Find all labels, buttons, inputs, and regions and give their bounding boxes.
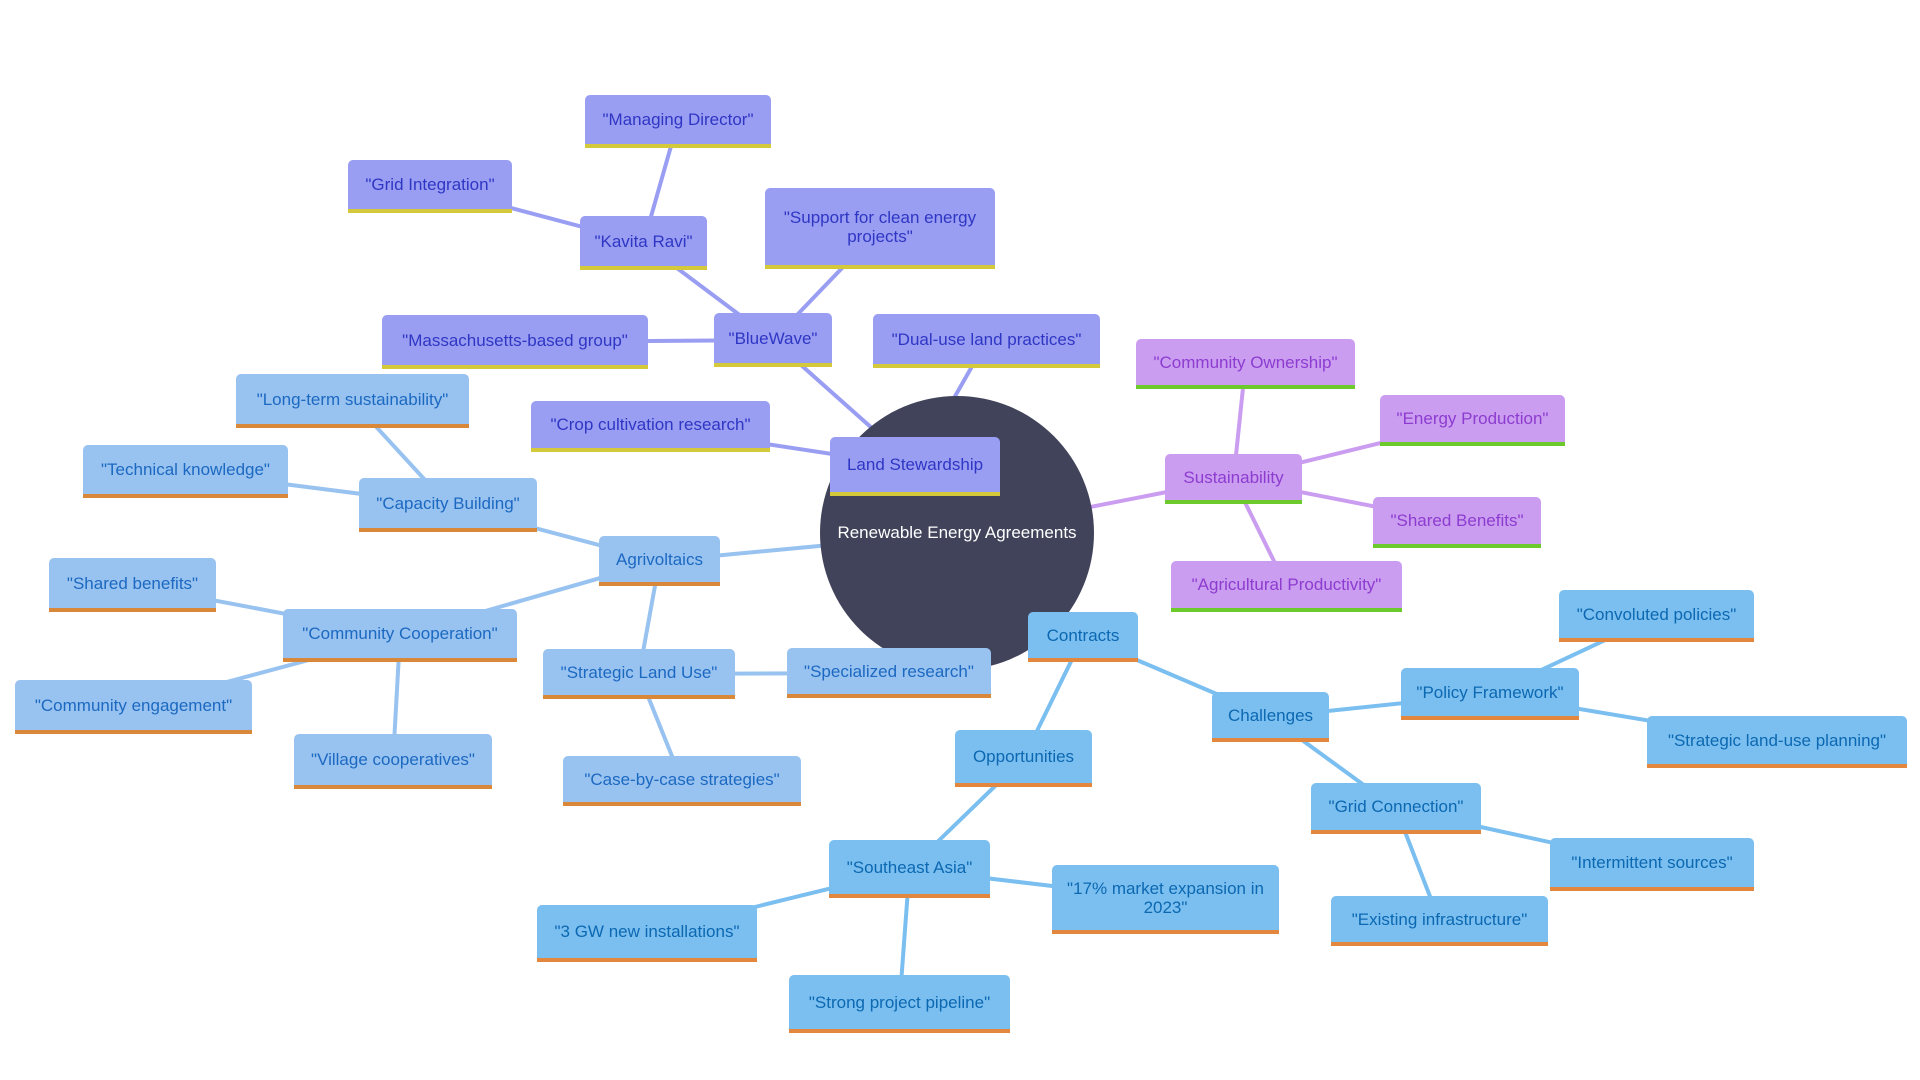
node-label: "Grid Connection": [1328, 797, 1464, 816]
node-label: "Support for clean energy projects": [783, 207, 977, 246]
node-label: Sustainability: [1183, 467, 1284, 487]
node-capacity-building[interactable]: "Capacity Building": [359, 478, 537, 532]
node-label: "Agricultural Productivity": [1191, 575, 1382, 594]
node-crop-cultivation[interactable]: "Crop cultivation research": [531, 401, 770, 452]
root-label: Renewable Energy Agreements: [837, 523, 1077, 542]
node-energy-production[interactable]: "Energy Production": [1380, 395, 1565, 446]
node-label: "Long-term sustainability": [256, 389, 449, 409]
node-community-cooperation[interactable]: "Community Cooperation": [283, 609, 517, 662]
node-strategic-land-use-planning[interactable]: "Strategic land-use planning": [1647, 716, 1907, 768]
node-market-expansion[interactable]: "17% market expansion in 2023": [1052, 865, 1279, 934]
node-convoluted-policies[interactable]: "Convoluted policies": [1559, 590, 1754, 642]
node-label: Contracts: [1046, 625, 1120, 645]
node-label: "Grid Integration": [365, 175, 495, 194]
node-label: "Community Cooperation": [302, 624, 498, 643]
node-community-engagement[interactable]: "Community engagement": [15, 680, 252, 734]
node-bluewave[interactable]: "BlueWave": [714, 313, 832, 367]
node-dual-use-land[interactable]: "Dual-use land practices": [873, 314, 1100, 368]
node-label: "Intermittent sources": [1571, 853, 1733, 872]
node-label: "Convoluted policies": [1576, 604, 1737, 624]
node-opportunities[interactable]: Opportunities: [955, 730, 1092, 787]
node-label: Challenges: [1227, 705, 1314, 725]
node-label: "Crop cultivation research": [550, 415, 751, 434]
node-shared-benefits-agri[interactable]: "Shared benefits": [49, 558, 216, 612]
node-managing-director[interactable]: "Managing Director": [585, 95, 771, 148]
node-community-ownership[interactable]: "Community Ownership": [1136, 339, 1355, 389]
node-label: Opportunities: [972, 747, 1075, 766]
node-label: "Technical knowledge": [101, 460, 270, 479]
node-label: "Strategic land-use planning": [1667, 730, 1887, 750]
node-label: "Dual-use land practices": [891, 329, 1082, 349]
node-label: Land Stewardship: [846, 455, 984, 474]
node-label: "Strategic Land Use": [560, 662, 718, 682]
node-label: "Community engagement": [34, 695, 233, 715]
node-kavita-ravi[interactable]: "Kavita Ravi": [580, 216, 707, 270]
node-technical-knowledge[interactable]: "Technical knowledge": [83, 445, 288, 498]
node-3gw-installations[interactable]: "3 GW new installations": [537, 905, 757, 962]
node-massachusetts-group[interactable]: "Massachusetts-based group": [382, 315, 648, 369]
node-label: "Policy Framework": [1416, 682, 1564, 702]
node-label: "Managing Director": [602, 110, 754, 129]
node-strategic-land-use[interactable]: "Strategic Land Use": [543, 649, 735, 699]
node-label: "Community Ownership": [1153, 352, 1338, 372]
node-label: "Southeast Asia": [846, 857, 973, 877]
node-contracts[interactable]: Contracts: [1028, 612, 1138, 662]
node-label: "Existing infrastructure": [1351, 909, 1528, 929]
node-label: "Shared benefits": [66, 573, 199, 593]
node-label: Agrivoltaics: [616, 549, 703, 569]
node-label: "Case-by-case strategies": [584, 769, 780, 789]
node-label: "17% market expansion in 2023": [1067, 878, 1264, 917]
node-intermittent-sources[interactable]: "Intermittent sources": [1550, 838, 1754, 891]
node-label: "Energy Production": [1396, 409, 1549, 428]
node-label: "Massachusetts-based group": [402, 330, 628, 350]
node-case-by-case[interactable]: "Case-by-case strategies": [563, 756, 801, 806]
node-label: "Shared Benefits": [1390, 511, 1524, 530]
node-label: "Specialized research": [804, 661, 974, 681]
node-agricultural-productivity[interactable]: "Agricultural Productivity": [1171, 561, 1402, 612]
node-label: "Strong project pipeline": [808, 992, 991, 1012]
node-southeast-asia[interactable]: "Southeast Asia": [829, 840, 990, 898]
node-label: "3 GW new installations": [554, 922, 740, 941]
node-grid-connection[interactable]: "Grid Connection": [1311, 783, 1481, 834]
node-challenges[interactable]: Challenges: [1212, 692, 1329, 742]
node-land-stewardship[interactable]: Land Stewardship: [830, 437, 1000, 496]
node-policy-framework[interactable]: "Policy Framework": [1401, 668, 1579, 720]
node-long-term-sustainability[interactable]: "Long-term sustainability": [236, 374, 469, 428]
node-village-cooperatives[interactable]: "Village cooperatives": [294, 734, 492, 789]
node-label: "Kavita Ravi": [594, 231, 693, 251]
node-sustainability[interactable]: Sustainability: [1165, 454, 1302, 504]
node-label: "Village cooperatives": [311, 750, 475, 769]
node-specialized-research[interactable]: "Specialized research": [787, 648, 991, 698]
node-strong-pipeline[interactable]: "Strong project pipeline": [789, 975, 1010, 1033]
node-grid-integration[interactable]: "Grid Integration": [348, 160, 512, 213]
node-agrivoltaics[interactable]: Agrivoltaics: [599, 536, 720, 586]
node-label: "BlueWave": [728, 328, 818, 348]
node-existing-infrastructure[interactable]: "Existing infrastructure": [1331, 896, 1548, 946]
node-shared-benefits[interactable]: "Shared Benefits": [1373, 497, 1541, 548]
node-label: "Capacity Building": [376, 493, 520, 513]
node-support-clean-energy[interactable]: "Support for clean energy projects": [765, 188, 995, 269]
